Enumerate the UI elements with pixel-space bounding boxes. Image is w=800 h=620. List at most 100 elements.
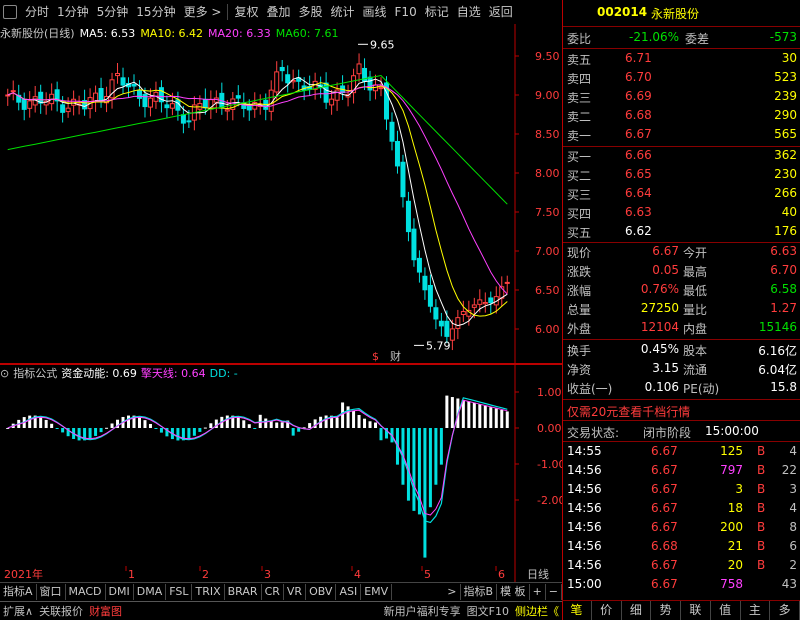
buy-level-5[interactable]: 买五 6.62 176 [563,223,800,242]
indicator-tab-12[interactable]: EMV [361,583,393,600]
indicator-tab-15[interactable]: 模 板 [497,583,530,600]
candle-body [224,109,230,112]
panel-tab-0[interactable]: 笔 [562,601,592,620]
candle-body [438,320,444,327]
toolbar-timeshare[interactable]: 分时 [21,2,53,22]
tick-volume: 758 [720,577,743,591]
buy-level-3[interactable]: 买三 6.64 266 [563,185,800,204]
indicator-tab-16[interactable]: + [530,583,546,600]
toolbar-overlay[interactable]: 叠加 [262,2,294,22]
quote-label: 内盘 [683,322,708,336]
toolbar-more[interactable]: 更多 > [180,2,226,22]
sell-level-1[interactable]: 卖一 6.67 565 [563,126,800,145]
sell-level-3[interactable]: 卖三 6.69 239 [563,88,800,107]
candle-body [202,98,208,109]
indicator-tab-6[interactable]: TRIX [192,583,225,600]
buy-level-4[interactable]: 买四 6.63 40 [563,204,800,223]
toolbar-mark[interactable]: 标记 [421,2,453,22]
indicator-tab-8[interactable]: CR [262,583,284,600]
indicator-tab-13[interactable]: > [444,583,461,600]
indicator-tab-2[interactable]: MACD [66,583,106,600]
buy-price: 6.63 [625,205,652,219]
indicator-tab-7[interactable]: BRAR [225,583,262,600]
candle-body [400,161,406,198]
related-quotes-button[interactable]: 关联报价 [36,603,86,620]
quote-panel: 002014 永新股份 委比 -21.06% 委差 -573 卖五 6.71 30 卖… [562,0,800,620]
indicator-tab-9[interactable]: VR [284,583,307,600]
quote-label: 涨幅 [567,284,592,298]
indicator-bar [280,422,284,428]
panel-tab-7[interactable]: 多 [770,601,800,620]
buy-level-2[interactable]: 买二 6.65 230 [563,166,800,185]
indicator-dd-value: DD: - [209,366,238,380]
sell-level-4[interactable]: 卖四 6.70 523 [563,69,800,88]
wealth-chart-button[interactable]: 财富图 [86,603,125,620]
sidebar-toggle-button[interactable]: 侧边栏《 [512,603,562,620]
candle-body [488,297,494,304]
f10-graphic-button[interactable]: 图文F10 [464,603,512,620]
panel-tab-2[interactable]: 细 [622,601,652,620]
price-axis-label: 7.00 [535,245,560,258]
tick-count: 3 [789,482,797,496]
indicator-collapse-icon[interactable]: ⊙ [0,367,9,380]
promo-link[interactable]: 仅需20元查看千档行情 [567,403,690,420]
candle-body [416,257,422,273]
toolbar-15min[interactable]: 15分钟 [132,2,179,22]
panel-tab-1[interactable]: 价 [592,601,622,620]
toolbar-multi-stock[interactable]: 多股 [294,2,326,22]
quote-value: 6.70 [770,263,797,277]
candle-body [274,71,280,93]
expand-button[interactable]: 扩展∧ [0,603,36,620]
sell-level-label: 卖二 [567,110,592,124]
panel-tab-5[interactable]: 值 [711,601,741,620]
indicator-bar [445,395,449,428]
sell-level-2[interactable]: 卖二 6.68 290 [563,107,800,126]
panel-tab-6[interactable]: 主 [741,601,771,620]
toolbar-back[interactable]: 返回 [485,2,517,22]
indicator-tab-0[interactable]: 指标A [0,583,37,600]
indicator-tab-17[interactable]: − [546,583,562,600]
indicator-formula-label[interactable]: 指标公式 [13,365,57,381]
tick-row: 14:56 6.67 797 B 22 [563,462,800,481]
tick-direction: B [757,539,766,553]
indicator-tab-11[interactable]: ASI [336,583,362,600]
fundamental-label: 流通 [683,363,708,377]
status-spacer [125,603,381,620]
toolbar-draw-line[interactable]: 画线 [359,2,391,22]
tick-time: 14:56 [567,539,602,553]
indicator-bar [55,428,59,429]
indicator-chart[interactable]: 1.00 0.00 -1.00 -2.00 [0,364,562,566]
toolbar-restore-rights[interactable]: 复权 [230,2,262,22]
kline-chart[interactable]: 9.509.008.508.007.507.006.506.00 9.655.7… [0,24,562,364]
indicator-tab-4[interactable]: DMA [134,583,167,600]
toolbar-1min[interactable]: 1分钟 [53,2,93,22]
sell-level-5[interactable]: 卖五 6.71 30 [563,50,800,69]
indicator-bar [346,406,350,428]
buy-level-1[interactable]: 买一 6.66 362 [563,147,800,166]
promo-row[interactable]: 仅需20元查看千档行情 [563,402,800,421]
toolbar-f10[interactable]: F10 [391,2,421,22]
toolbar-watchlist[interactable]: 自选 [453,2,485,22]
indicator-tab-14[interactable]: 指标B [461,583,498,600]
candle-body [378,87,384,90]
tick-row: 14:56 6.67 200 B 8 [563,519,800,538]
quote-label: 现价 [567,246,592,260]
indicator-bar [127,415,131,428]
indicator-bar [434,428,438,485]
sell-price: 6.70 [625,70,652,84]
buy-price: 6.65 [625,167,652,181]
sell-price: 6.68 [625,108,652,122]
toolbar-5min[interactable]: 5分钟 [93,2,133,22]
panel-tab-4[interactable]: 联 [681,601,711,620]
candle-body [98,88,104,101]
price-axis-label: 8.00 [535,167,560,180]
indicator-tab-10[interactable]: OBV [306,583,337,600]
toolbar-stats[interactable]: 统计 [327,2,359,22]
quote-label: 最高 [683,265,708,279]
panel-tab-3[interactable]: 势 [651,601,681,620]
app-menu-icon[interactable] [3,5,17,19]
indicator-tab-5[interactable]: FSL [166,583,193,600]
indicator-tab-3[interactable]: DMI [106,583,134,600]
indicator-tab-1[interactable]: 窗口 [37,583,66,600]
new-user-benefit-link[interactable]: 新用户福利专享 [381,603,464,620]
